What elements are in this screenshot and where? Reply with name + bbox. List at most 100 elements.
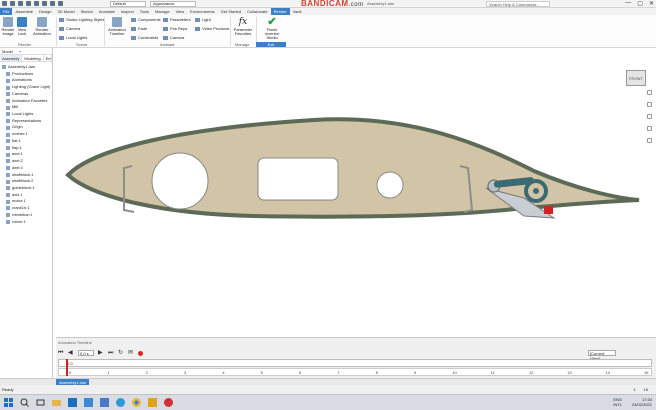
browser-tab-environment[interactable]: Environment	[44, 55, 52, 61]
file-explorer-icon[interactable]	[52, 398, 61, 407]
tab-inspect[interactable]: Inspect	[118, 8, 137, 15]
select-icon[interactable]	[58, 1, 63, 6]
browser-tab-assembly[interactable]: Assembly	[0, 55, 23, 61]
browser-tree-item[interactable]: nosher:1	[0, 131, 52, 138]
tab-get-started[interactable]: Get Started	[218, 8, 244, 15]
browser-tree-item[interactable]: axel:2	[0, 158, 52, 165]
maximize-button[interactable]: ▢	[637, 0, 643, 7]
browser-tab-modeling[interactable]: Modeling	[22, 55, 44, 61]
full-navigation-wheel-icon[interactable]	[646, 90, 652, 95]
browser-tree-item[interactable]: flap:1	[0, 145, 52, 152]
input-language[interactable]: ENG INTL	[613, 397, 622, 407]
browser-tree-item[interactable]: Lighting (Grace Light)	[0, 84, 52, 91]
zoom-icon[interactable]	[646, 114, 652, 119]
tab-environments[interactable]: Environments	[187, 8, 217, 15]
home-icon[interactable]	[50, 1, 55, 6]
tab-assemble[interactable]: Assemble	[12, 8, 36, 15]
tab-render[interactable]: Render	[270, 8, 290, 15]
tab-manage[interactable]: Manage	[152, 8, 172, 15]
tab-view[interactable]: View	[173, 8, 188, 15]
render-animation-button[interactable]: Render Animation	[32, 17, 52, 36]
browser-tree-item[interactable]: motor:1	[0, 198, 52, 205]
browser-tree-item[interactable]: Representations	[0, 118, 52, 125]
browser-tree-item[interactable]: Cameras	[0, 91, 52, 98]
browser-tree-item[interactable]: Local Lights	[0, 111, 52, 118]
browser-tree-item[interactable]: shaftblock:1	[0, 172, 52, 179]
minimize-button[interactable]: —	[625, 0, 631, 7]
look-at-icon[interactable]	[646, 138, 652, 143]
browser-tree-item[interactable]: Origin	[0, 124, 52, 131]
browser-add-button[interactable]: +	[19, 49, 21, 54]
view-lock-button[interactable]: View Lock	[16, 17, 28, 36]
camera-view-dropdown[interactable]: [Current View]	[588, 350, 616, 361]
tab-design[interactable]: Design	[36, 8, 54, 15]
studio-lighting-styles-button[interactable]: Studio Lighting Styles	[59, 17, 104, 22]
appearance-dropdown[interactable]: Appearance	[150, 1, 196, 7]
tab-file[interactable]: File	[0, 8, 13, 15]
tab-sketch[interactable]: Sketch	[78, 8, 96, 15]
browser-tree-item[interactable]: Assembly1.iam	[0, 64, 52, 71]
browser-tree-item[interactable]: axis:1	[0, 192, 52, 199]
browser-tree-item[interactable]: Productions	[0, 71, 52, 78]
search-input[interactable]: Search Help & Commands...	[486, 1, 550, 7]
parameter-favorites-button[interactable]: fx Parameter Favorites	[233, 17, 253, 36]
local-lights-button[interactable]: Local Lights	[59, 35, 87, 40]
browser-tree-item[interactable]: rotmblbar:1	[0, 212, 52, 219]
repeat-icon[interactable]: ↻	[118, 350, 124, 356]
new-icon[interactable]	[10, 1, 15, 6]
save-icon[interactable]	[26, 1, 31, 6]
components-button[interactable]: Components	[131, 17, 161, 22]
render-image-button[interactable]: Render Image	[1, 17, 15, 36]
chrome-icon[interactable]	[132, 398, 141, 407]
tab-collaborate[interactable]: Collaborate	[244, 8, 270, 15]
style-dropdown[interactable]: Default	[110, 1, 146, 7]
close-button[interactable]: ✕	[649, 0, 654, 7]
go-to-end-icon[interactable]: ⏭	[108, 350, 114, 356]
play-icon[interactable]: ▶	[98, 350, 104, 356]
clock[interactable]: 17:34 24/02/2021	[632, 397, 652, 407]
redo-icon[interactable]	[42, 1, 47, 6]
timeline-track[interactable]: 0.0	[58, 359, 652, 367]
browser-tree-item[interactable]: Mill	[0, 104, 52, 111]
browser-tree-item[interactable]: guideblock:1	[0, 185, 52, 192]
photos-icon[interactable]	[84, 398, 93, 407]
inventor-icon[interactable]	[148, 398, 157, 407]
outlook-icon[interactable]	[68, 398, 77, 407]
pos-reps-button[interactable]: Pos Reps	[163, 26, 187, 31]
light-button[interactable]: Light	[195, 17, 211, 22]
orbit-icon[interactable]	[646, 126, 652, 131]
open-icon[interactable]	[18, 1, 23, 6]
camera-animate-button[interactable]: Camera	[163, 35, 184, 40]
playhead[interactable]	[66, 359, 68, 376]
browser-tree-item[interactable]: crank1h:1	[0, 205, 52, 212]
browser-tree-item[interactable]: shaftblock:2	[0, 178, 52, 185]
time-field[interactable]: 0.0 s	[78, 350, 94, 356]
camera-button[interactable]: Camera	[59, 26, 80, 31]
file-icon[interactable]	[2, 1, 7, 6]
tab-annotate[interactable]: Annotate	[96, 8, 118, 15]
task-view-icon[interactable]	[36, 398, 45, 407]
edge-icon[interactable]	[116, 398, 125, 407]
constraints-button[interactable]: Constraints	[131, 35, 158, 40]
browser-tree-item[interactable]: rotmn:1	[0, 219, 52, 226]
play-reverse-icon[interactable]: ◀	[68, 350, 74, 356]
parameters-button[interactable]: Parameters	[163, 17, 191, 22]
record-icon[interactable]	[138, 350, 143, 356]
viewcube[interactable]: FRONT	[626, 70, 646, 86]
browser-tree-item[interactable]: Animations	[0, 77, 52, 84]
tab-tools[interactable]: Tools	[137, 8, 152, 15]
fade-button[interactable]: Fade	[131, 26, 147, 31]
go-to-start-icon[interactable]: ⏮	[58, 350, 64, 356]
store-icon[interactable]	[100, 398, 109, 407]
comment-icon[interactable]: ✉	[128, 350, 134, 356]
timeline-ruler[interactable]: 0 1 2 3 4 5 6 7 8 9 10 11 12 13 14 15	[58, 368, 652, 376]
search-icon[interactable]	[20, 398, 29, 407]
browser-tree-item[interactable]: axel:4	[0, 165, 52, 172]
animation-timeline-button[interactable]: Animation Timeline	[107, 17, 127, 36]
tab-vault[interactable]: Vault	[290, 8, 305, 15]
finish-inventor-studio-button[interactable]: ✔ Finish Inventor Studio	[259, 17, 285, 40]
browser-tree-item[interactable]: Animation Favorites	[0, 98, 52, 105]
bandicam-icon[interactable]	[164, 398, 173, 407]
pan-icon[interactable]	[646, 102, 652, 107]
browser-tree-item[interactable]: flat:1	[0, 138, 52, 145]
